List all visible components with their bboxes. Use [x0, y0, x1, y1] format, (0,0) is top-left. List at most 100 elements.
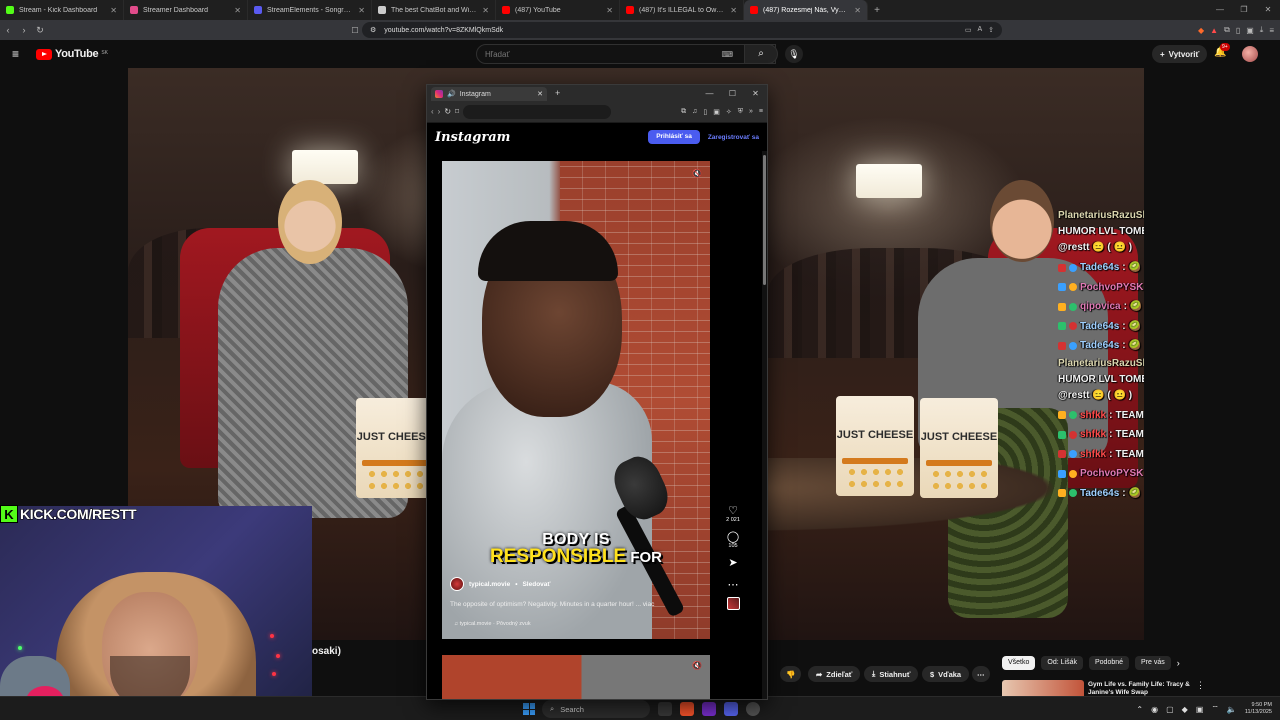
- scrollbar[interactable]: [762, 151, 767, 699]
- thanks-button[interactable]: $ Vďaka: [922, 666, 970, 682]
- taskbar-clock[interactable]: 9:50 PM 11/13/2025: [1245, 702, 1272, 716]
- download-button[interactable]: ⤓ Stiahnuť: [864, 666, 919, 682]
- scrollbar-thumb[interactable]: [763, 155, 766, 285]
- chip-for-you[interactable]: Pre vás: [1135, 656, 1171, 670]
- author-username[interactable]: typical.movie: [469, 581, 510, 588]
- new-tab-button[interactable]: +: [868, 5, 886, 16]
- browser-tab[interactable]: Stream - Kick Dashboard ✕: [0, 0, 124, 20]
- instagram-tab[interactable]: 🔊 Instagram ✕: [431, 87, 547, 101]
- avatar[interactable]: [1242, 46, 1258, 62]
- bookmark-icon[interactable]: ⌑: [455, 107, 459, 116]
- address-bar[interactable]: ⚙ youtube.com/watch?v=8ZKMlQkmSdk ▭ A ⇪: [362, 22, 1002, 38]
- tray-chevron-icon[interactable]: ⌃: [1136, 705, 1143, 714]
- brave-browser-icon[interactable]: [680, 702, 694, 716]
- translate-icon[interactable]: A: [977, 26, 982, 34]
- instagram-logo[interactable]: Instagram: [435, 130, 510, 145]
- keyboard-icon[interactable]: ⌨: [721, 50, 733, 59]
- reload-icon[interactable]: ↻: [444, 107, 451, 116]
- chevron-right-icon[interactable]: ›: [1177, 656, 1180, 670]
- more-actions-button[interactable]: ⋯: [972, 666, 990, 682]
- browser-tab[interactable]: The best ChatBot and Widgets for K ✕: [372, 0, 496, 20]
- recommended-video-thumbnail[interactable]: [1002, 680, 1084, 696]
- more-options-icon[interactable]: ⋯: [719, 579, 747, 591]
- comment-icon[interactable]: ◯: [719, 531, 747, 543]
- restore-icon[interactable]: ❐: [1232, 0, 1256, 20]
- wifi-icon[interactable]: ⌔: [1211, 704, 1219, 714]
- create-button[interactable]: + Vytvoriť: [1152, 45, 1208, 63]
- task-view-icon[interactable]: [658, 702, 672, 716]
- close-tab-icon[interactable]: ✕: [482, 6, 489, 15]
- close-tab-icon[interactable]: ✕: [730, 6, 737, 15]
- audio-thumbnail-icon[interactable]: [726, 597, 740, 610]
- recommended-video-title[interactable]: Gym Life vs. Family Life: Tracy & Janine…: [1088, 681, 1192, 697]
- share-icon[interactable]: ⇪: [988, 26, 994, 34]
- chip-from-channel[interactable]: Od: Lišák: [1041, 656, 1083, 670]
- close-tab-icon[interactable]: ✕: [854, 6, 861, 15]
- search-input[interactable]: Hľadať ⌨: [476, 44, 776, 64]
- minimize-icon[interactable]: —: [1208, 0, 1232, 20]
- overflow-icon[interactable]: »: [749, 108, 753, 116]
- signup-link[interactable]: Zaregistrovať sa: [708, 134, 759, 141]
- windows-start-icon[interactable]: [523, 703, 535, 715]
- forward-icon[interactable]: ›: [438, 107, 441, 116]
- extension-icon[interactable]: ⧉: [1224, 25, 1230, 35]
- taskbar-search[interactable]: ⌕ Search: [542, 700, 650, 718]
- menu-icon[interactable]: ≡: [1269, 26, 1274, 35]
- chip-related[interactable]: Podobné: [1088, 656, 1130, 670]
- brave-rewards-icon[interactable]: ▲: [1210, 26, 1218, 35]
- browser-tab[interactable]: StreamElements - Songrequest ✕: [248, 0, 372, 20]
- close-tab-icon[interactable]: ✕: [358, 6, 365, 15]
- tray-app-icon[interactable]: ◉: [1151, 705, 1158, 714]
- forward-icon[interactable]: ›: [16, 25, 32, 35]
- reel-audio[interactable]: ♫ typical.movie · Pôvodný zvuk: [454, 621, 531, 627]
- login-button[interactable]: Prihlásiť sa: [648, 130, 700, 144]
- back-icon[interactable]: ‹: [0, 25, 16, 35]
- browser-tab[interactable]: (487) It's ILLEGAL to Own This 90's I ✕: [620, 0, 744, 20]
- close-window-icon[interactable]: ✕: [744, 89, 767, 98]
- send-icon[interactable]: ➤: [719, 557, 747, 569]
- next-reel-preview[interactable]: 🔇: [442, 655, 710, 699]
- maximize-icon[interactable]: ☐: [721, 89, 744, 98]
- reload-icon[interactable]: ↻: [32, 25, 48, 36]
- volume-icon[interactable]: 🔈: [1227, 705, 1237, 714]
- discord-icon[interactable]: [724, 702, 738, 716]
- like-heart-icon[interactable]: ♡: [719, 505, 747, 517]
- site-info-icon[interactable]: ⚙: [370, 26, 376, 34]
- obs-icon[interactable]: [702, 702, 716, 716]
- share-button[interactable]: ➦ Zdieľať: [808, 666, 861, 682]
- star-icon[interactable]: ✧: [726, 108, 732, 116]
- minimize-icon[interactable]: —: [698, 89, 721, 98]
- dislike-button[interactable]: 👎: [780, 666, 802, 682]
- browser-tab[interactable]: (487) YouTube ✕: [496, 0, 620, 20]
- follow-button[interactable]: Sledovať: [522, 581, 550, 588]
- new-tab-icon[interactable]: +: [555, 88, 560, 98]
- settings-icon[interactable]: [746, 702, 760, 716]
- music-icon[interactable]: ♫: [692, 108, 697, 116]
- notifications-button[interactable]: 🔔 9+: [1214, 43, 1230, 58]
- search-button[interactable]: ⌕: [744, 44, 778, 64]
- address-bar[interactable]: [463, 104, 612, 119]
- mute-icon[interactable]: 🔇: [692, 661, 702, 670]
- close-tab-icon[interactable]: ✕: [234, 6, 241, 15]
- sidebar-icon[interactable]: ▯: [1236, 26, 1240, 35]
- reel-description[interactable]: The opposite of optimism? Negativity. Mi…: [450, 601, 700, 608]
- shield-icon[interactable]: ⛨: [738, 108, 743, 116]
- youtube-logo[interactable]: YouTube SK: [36, 48, 108, 60]
- more-options-icon[interactable]: ⋮: [1196, 680, 1205, 691]
- author-avatar[interactable]: [450, 577, 464, 591]
- browser-tab[interactable]: (487) Rozesmej Nás, Vyhraj Ba... ✕: [744, 0, 868, 20]
- close-tab-icon[interactable]: ✕: [110, 6, 117, 15]
- tray-app-icon[interactable]: ◆: [1182, 705, 1188, 714]
- browser-tab[interactable]: Streamer Dashboard ✕: [124, 0, 248, 20]
- voice-search-button[interactable]: 🎙: [785, 45, 803, 63]
- tray-app-icon[interactable]: ▢: [1166, 705, 1174, 714]
- sidebar-icon[interactable]: ▯: [703, 108, 707, 116]
- close-tab-icon[interactable]: ✕: [537, 90, 543, 98]
- close-tab-icon[interactable]: ✕: [606, 6, 613, 15]
- hamburger-menu-icon[interactable]: ≡: [12, 47, 26, 61]
- wallet-icon[interactable]: ▣: [1246, 26, 1254, 35]
- close-window-icon[interactable]: ✕: [1256, 0, 1280, 20]
- mute-icon[interactable]: 🔇: [692, 169, 702, 178]
- download-icon[interactable]: ⤓: [1260, 25, 1264, 35]
- tray-app-icon[interactable]: ▣: [1196, 705, 1204, 714]
